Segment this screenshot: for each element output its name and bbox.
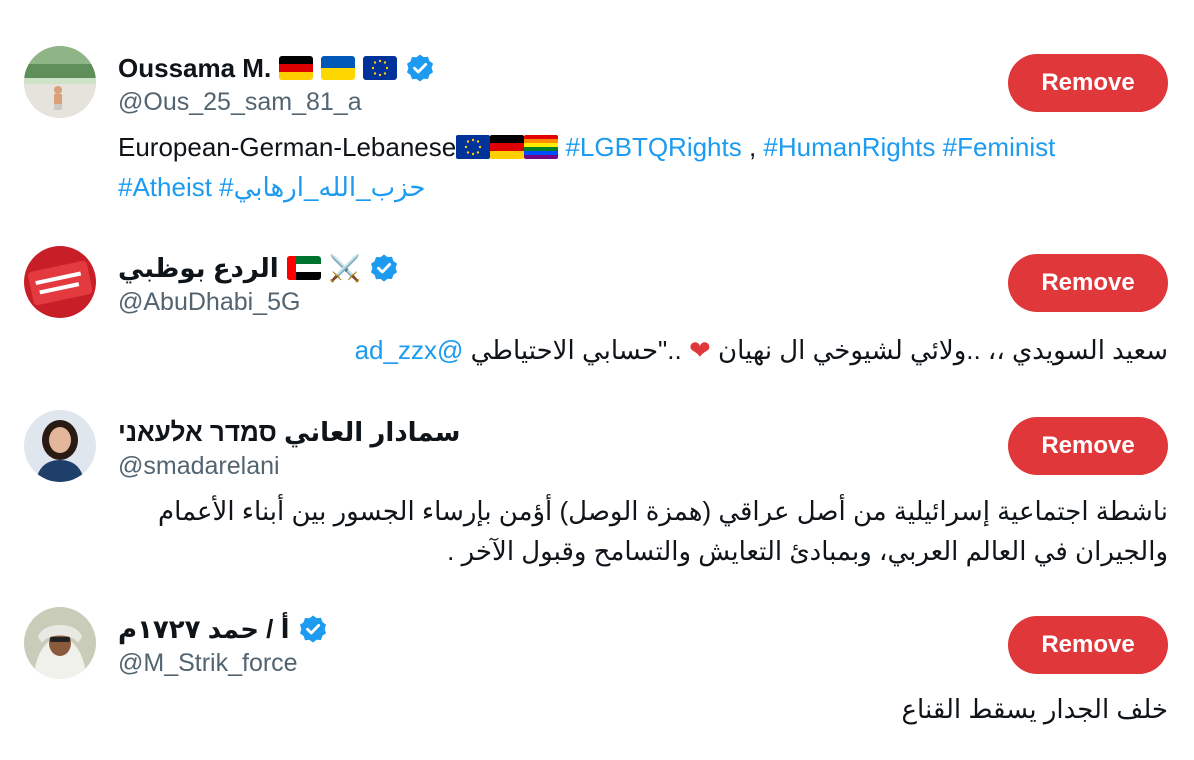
rainbow-flag-icon [524,135,559,159]
user-handle[interactable]: @M_Strik_force [118,649,298,678]
display-name-row: أ / حمد ۱۷۲۷م [118,611,328,647]
germany-flag-icon [490,135,525,159]
display-name[interactable]: أ / حمد ۱۷۲۷م [118,614,290,645]
mention-link[interactable]: @ad_zzx [355,335,464,365]
display-name[interactable]: سمادار العاني סמדר אלעאני [118,417,460,448]
hashtag-link[interactable]: #Atheist #حزب_الله_ارهابي [118,172,425,202]
display-name-row: الردع بوظبي ⚔️ [118,250,399,286]
hashtag-link[interactable]: #LGBTQRights [565,132,741,162]
user-handle[interactable]: @smadarelani [118,452,280,481]
verified-badge-icon [405,53,435,83]
hashtag-link[interactable]: #HumanRights #Feminist [763,132,1055,162]
remove-button[interactable]: Remove [1008,417,1168,475]
verified-badge-icon [369,253,399,283]
remove-button[interactable]: Remove [1008,254,1168,312]
display-name[interactable]: Oussama M. [118,53,271,84]
bio-text: European-German-Lebanese [118,132,457,162]
avatar[interactable] [24,410,96,482]
user-cell[interactable]: الردع بوظبي ⚔️ @AbuDhabi_5G Remove سعيد … [0,246,1194,376]
remove-button[interactable]: Remove [1008,54,1168,112]
germany-flag-icon [279,56,314,80]
user-bio: خلف الجدار يسقط القناع [901,694,1168,724]
remove-button[interactable]: Remove [1008,616,1168,674]
bio-text: سعيد السويدي ،، ..ولائي لشيوخي ال نهيان [717,335,1168,365]
ukraine-flag-icon [321,56,356,80]
display-name-row: سمادار العاني סמדר אלעאני [118,414,460,450]
user-bio: European-German-Lebanese #LGBTQRights , … [118,127,1178,207]
user-cell[interactable]: Oussama M. @Ous_25_sam_81_a Remove Europ… [0,46,1194,206]
user-bio: ناشطة اجتماعية إسرائيلية من أصل عراقي (ه… [157,496,1168,566]
user-list: Oussama M. @Ous_25_sam_81_a Remove Europ… [0,0,1194,760]
user-cell[interactable]: أ / حمد ۱۷۲۷م @M_Strik_force Remove خلف … [0,607,1194,747]
avatar[interactable] [24,46,96,118]
display-name[interactable]: الردع بوظبي [118,253,279,284]
user-handle[interactable]: @Ous_25_sam_81_a [118,88,362,117]
user-cell[interactable]: سمادار العاني סמדר אלעאני @smadarelani R… [0,410,1194,580]
bio-text: .."حسابي الاحتياطي [463,335,689,365]
eu-flag-icon [456,135,491,159]
crossed-swords-icon: ⚔️ [328,252,362,283]
eu-flag-icon [363,56,398,80]
bio-text: , [741,132,764,162]
red-heart-icon: ❤ [688,335,711,365]
avatar[interactable] [24,246,96,318]
avatar[interactable] [24,607,96,679]
user-handle[interactable]: @AbuDhabi_5G [118,288,300,317]
display-name-row: Oussama M. [118,50,435,86]
uae-flag-icon [286,256,321,280]
user-bio: سعيد السويدي ،، ..ولائي لشيوخي ال نهيان … [108,330,1168,370]
verified-badge-icon [298,614,328,644]
